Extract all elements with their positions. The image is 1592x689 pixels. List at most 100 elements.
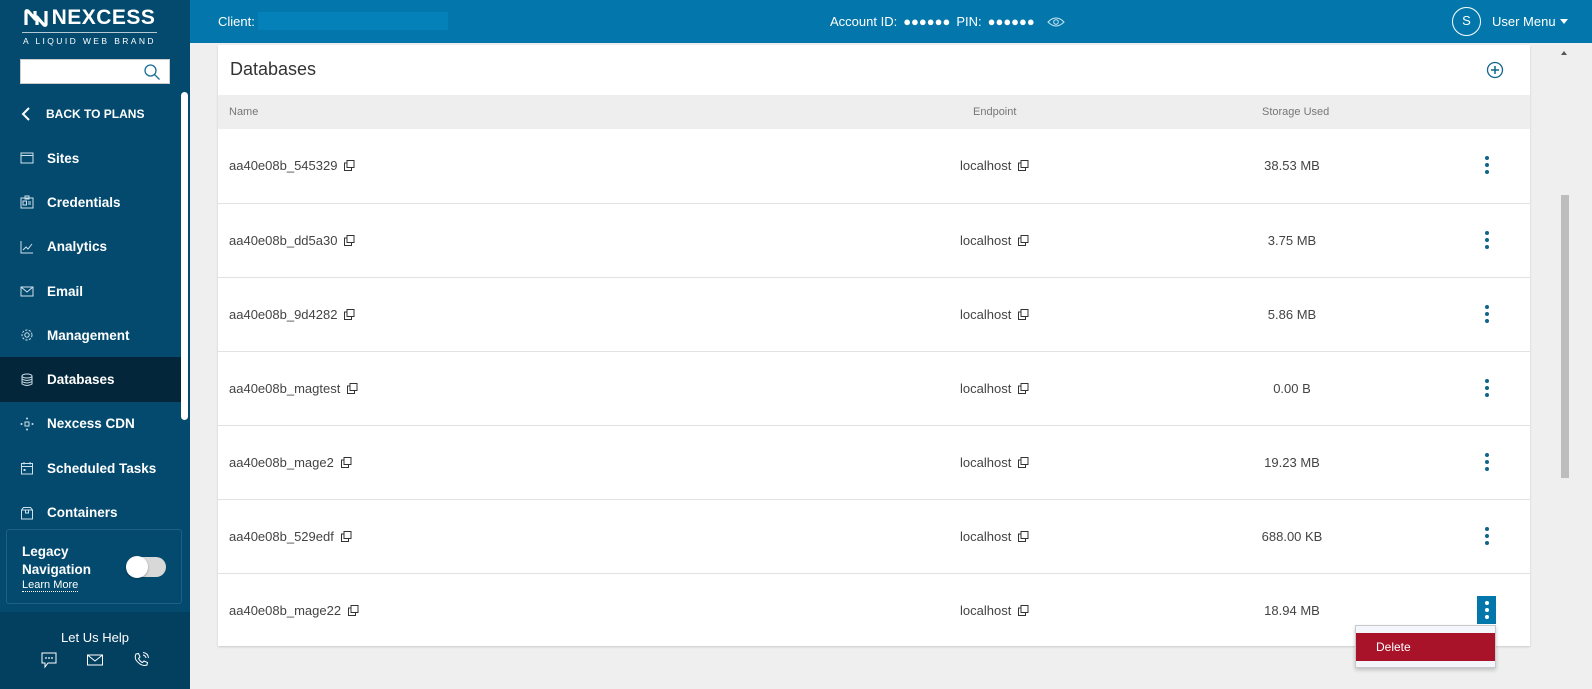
help-icons: [40, 651, 150, 669]
endpoint-value: localhost: [960, 158, 1012, 173]
avatar[interactable]: S: [1452, 7, 1481, 36]
endpoint-value: localhost: [960, 381, 1012, 396]
legacy-navigation-label: Legacy Navigation: [22, 544, 92, 577]
copy-icon[interactable]: [1018, 235, 1029, 246]
database-name: aa40e08b_9d4282: [229, 307, 338, 322]
eye-icon[interactable]: [1047, 15, 1065, 29]
row-actions-button[interactable]: [1477, 300, 1496, 328]
delete-menu-item[interactable]: Delete: [1356, 633, 1495, 661]
row-actions-menu: Delete: [1355, 625, 1496, 668]
pin-label: PIN:: [956, 14, 982, 29]
row-actions-button[interactable]: [1477, 226, 1496, 254]
calendar-icon: [21, 462, 33, 475]
sidebar-item-label: Analytics: [47, 239, 108, 255]
copy-icon[interactable]: [347, 383, 358, 394]
copy-icon[interactable]: [340, 457, 352, 468]
sidebar-item-label: Sites: [47, 150, 80, 166]
sidebar-item-sites[interactable]: Sites: [0, 136, 181, 180]
page-scrollbar[interactable]: [1558, 43, 1570, 689]
sidebar-item-management[interactable]: Management: [0, 313, 181, 357]
phone-icon[interactable]: [132, 651, 150, 669]
help-title: Let Us Help: [61, 630, 129, 645]
database-name: aa40e08b_mage22: [229, 603, 342, 618]
pin-value: ●●●●●●: [987, 14, 1035, 29]
database-name: aa40e08b_545329: [229, 158, 338, 173]
database-name: aa40e08b_mage2: [229, 455, 334, 470]
envelope-icon: [20, 286, 34, 297]
table-row: aa40e08b_9d4282 localhost 5.86 MB: [218, 277, 1530, 351]
row-actions-button[interactable]: [1477, 448, 1496, 476]
envelope-icon[interactable]: [86, 651, 104, 669]
copy-icon[interactable]: [348, 605, 359, 616]
nexcess-logo[interactable]: NEXCESS A LIQUID WEB BRAND: [22, 6, 157, 46]
column-header-name[interactable]: Name: [229, 106, 258, 118]
add-database-icon[interactable]: [1486, 61, 1504, 79]
box-icon: [21, 506, 33, 520]
row-actions-button-active[interactable]: [1477, 596, 1496, 624]
storage-used: 688.00 KB: [1261, 529, 1323, 544]
row-actions-button[interactable]: [1477, 522, 1496, 550]
browser-window-icon: [20, 152, 34, 164]
toggle-knob: [126, 556, 148, 578]
copy-icon[interactable]: [344, 160, 355, 171]
copy-icon[interactable]: [344, 235, 355, 246]
client-label: Client:: [218, 14, 255, 29]
sidebar-item-databases[interactable]: Databases: [0, 357, 181, 402]
copy-icon[interactable]: [1018, 531, 1029, 542]
gear-icon: [21, 329, 33, 341]
row-actions-button[interactable]: [1477, 151, 1496, 179]
copy-icon[interactable]: [1018, 457, 1029, 468]
nexcess-logo-mark-icon: [23, 9, 48, 27]
page-scrollbar-thumb[interactable]: [1561, 195, 1569, 478]
sidebar-item-scheduled-tasks[interactable]: Scheduled Tasks: [0, 446, 181, 490]
copy-icon[interactable]: [1018, 160, 1029, 171]
column-header-storage[interactable]: Storage Used: [1262, 106, 1329, 118]
sidebar-item-nexcess-cdn[interactable]: Nexcess CDN: [0, 402, 181, 446]
sidebar-search: [20, 59, 170, 84]
brand-tagline: A LIQUID WEB BRAND: [23, 36, 156, 46]
legacy-navigation-panel: Legacy Navigation Learn More: [6, 529, 182, 604]
search-icon[interactable]: [143, 63, 161, 81]
storage-used: 38.53 MB: [1264, 158, 1320, 173]
sidebar-search-input[interactable]: [21, 60, 141, 83]
sidebar-item-credentials[interactable]: Credentials: [0, 180, 181, 224]
column-header-endpoint[interactable]: Endpoint: [973, 106, 1016, 118]
scroll-up-arrow-icon[interactable]: [1561, 51, 1567, 55]
caret-down-icon: [1559, 19, 1568, 24]
copy-icon[interactable]: [1018, 605, 1029, 616]
back-to-plans-label: BACK TO PLANS: [46, 107, 145, 121]
sidebar-nav: Sites Credentials Analytics Email Manage…: [0, 136, 181, 535]
sidebar-item-analytics[interactable]: Analytics: [0, 225, 181, 269]
copy-icon[interactable]: [1018, 383, 1029, 394]
learn-more-link[interactable]: Learn More: [22, 579, 79, 592]
endpoint-value: localhost: [960, 233, 1012, 248]
copy-icon[interactable]: [344, 309, 355, 320]
sidebar-item-label: Scheduled Tasks: [47, 460, 157, 476]
copy-icon[interactable]: [1018, 309, 1029, 320]
user-menu-button[interactable]: User Menu: [1492, 14, 1568, 29]
table-row: aa40e08b_545329 localhost 38.53 MB: [218, 129, 1530, 203]
id-card-icon: [20, 195, 34, 209]
page-title: Databases: [230, 59, 317, 79]
chat-icon[interactable]: [40, 651, 58, 669]
help-section: Let Us Help: [0, 612, 190, 689]
back-to-plans-link[interactable]: BACK TO PLANS: [20, 103, 144, 125]
client-value-redacted: [258, 12, 448, 30]
user-menu-label: User Menu: [1492, 14, 1556, 29]
storage-used: 3.75 MB: [1267, 233, 1317, 248]
legacy-navigation-toggle[interactable]: [126, 556, 166, 578]
table-header: Name Endpoint Storage Used: [218, 95, 1530, 129]
storage-used: 18.94 MB: [1264, 603, 1320, 618]
network-nodes-icon: [20, 417, 34, 431]
sidebar-item-label: Databases: [47, 372, 115, 388]
storage-used: 0.00 B: [1273, 381, 1311, 396]
row-actions-button[interactable]: [1477, 374, 1496, 402]
line-chart-icon: [20, 240, 33, 254]
sidebar-item-email[interactable]: Email: [0, 269, 181, 313]
table-row: aa40e08b_529edf localhost 688.00 KB: [218, 499, 1530, 573]
sidebar-item-label: Containers: [47, 505, 118, 521]
database-name: aa40e08b_magtest: [229, 381, 341, 396]
sidebar-scrollbar[interactable]: [181, 92, 188, 420]
sidebar-item-label: Nexcess CDN: [47, 416, 135, 432]
copy-icon[interactable]: [340, 531, 352, 542]
